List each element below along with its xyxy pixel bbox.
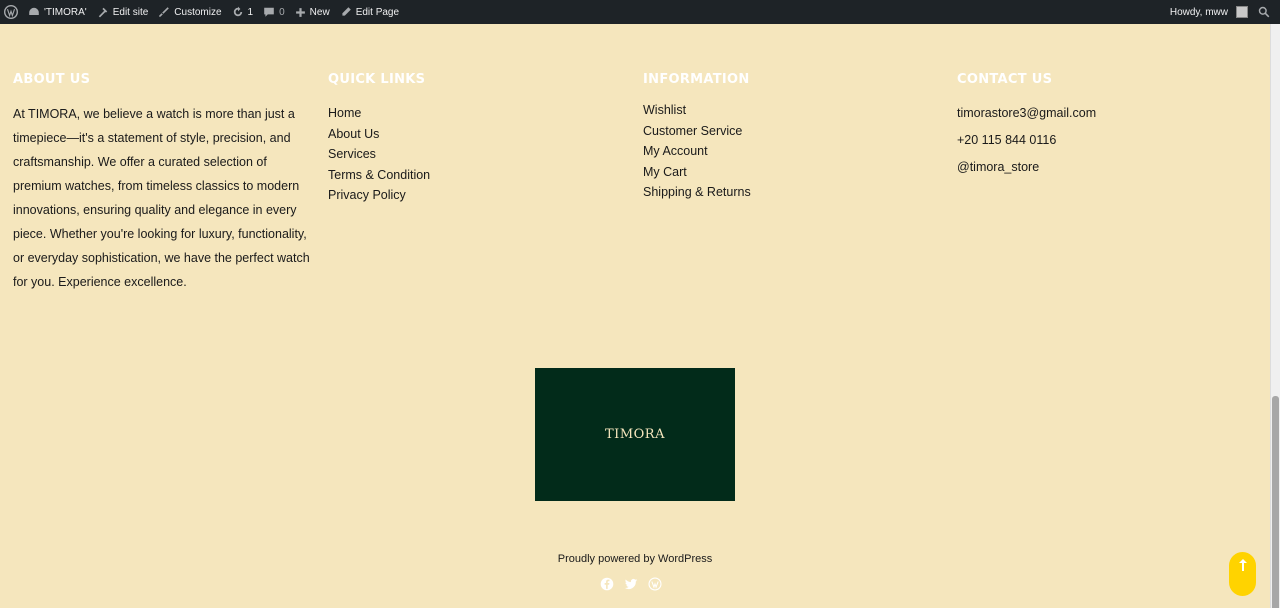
link-shipping-returns[interactable]: Shipping & Returns (643, 182, 751, 203)
scrollbar-thumb[interactable] (1272, 396, 1279, 608)
footer-contact: CONTACT US timorastore3@gmail.com +20 11… (957, 72, 1096, 181)
wordpress-logo-button[interactable] (0, 0, 23, 24)
comments-count: 0 (279, 6, 285, 18)
link-my-cart[interactable]: My Cart (643, 162, 751, 183)
contact-social-handle[interactable]: @timora_store (957, 154, 1096, 181)
contact-phone[interactable]: +20 115 844 0116 (957, 127, 1096, 154)
footer-information: INFORMATION Wishlist Customer Service My… (643, 72, 751, 203)
updates-button[interactable]: 1 (227, 0, 259, 24)
wordpress-social-icon[interactable] (648, 577, 662, 591)
brush-icon (159, 7, 170, 17)
footer-quick-links: QUICK LINKS Home About Us Services Terms… (328, 72, 430, 206)
customize-label: Customize (174, 6, 222, 18)
search-button[interactable] (1253, 0, 1280, 24)
link-wishlist[interactable]: Wishlist (643, 100, 751, 121)
edit-page-label: Edit Page (355, 6, 400, 18)
site-name-button[interactable]: 'TIMORA' (23, 0, 92, 24)
information-heading: INFORMATION (643, 72, 750, 87)
comments-button[interactable]: 0 (258, 0, 290, 24)
hammer-icon (98, 7, 107, 18)
search-icon (1258, 6, 1270, 18)
edit-site-button[interactable]: Edit site (92, 0, 154, 24)
logo-text: TIMORA (605, 427, 665, 442)
contact-email[interactable]: timorastore3@gmail.com (957, 100, 1096, 127)
comment-icon (264, 7, 274, 17)
link-terms[interactable]: Terms & Condition (328, 165, 430, 186)
social-links (600, 577, 662, 591)
footer-about: ABOUT US At TIMORA, we believe a watch i… (13, 72, 313, 294)
facebook-icon[interactable] (600, 577, 614, 591)
about-heading: ABOUT US (13, 72, 91, 87)
site-name-label: 'TIMORA' (44, 6, 87, 18)
scroll-to-top-button[interactable] (1229, 552, 1256, 596)
edit-site-label: Edit site (112, 6, 149, 18)
link-services[interactable]: Services (328, 144, 430, 165)
customize-button[interactable]: Customize (153, 0, 226, 24)
wordpress-icon (4, 5, 18, 19)
contact-heading: CONTACT US (957, 72, 1053, 87)
link-home[interactable]: Home (328, 103, 430, 124)
link-my-account[interactable]: My Account (643, 141, 751, 162)
edit-page-button[interactable]: Edit Page (335, 0, 404, 24)
link-about-us[interactable]: About Us (328, 124, 430, 145)
dashboard-icon (29, 7, 39, 15)
arrow-up-icon (1238, 559, 1247, 571)
powered-by-text[interactable]: Proudly powered by WordPress (0, 553, 1270, 565)
my-account-button[interactable]: Howdy, mww (1165, 0, 1253, 24)
avatar (1236, 6, 1248, 18)
admin-bar: 'TIMORA' Edit site Customize 1 0 New Edi… (0, 0, 1280, 24)
about-text: At TIMORA, we believe a watch is more th… (13, 107, 310, 289)
page-scrollbar[interactable] (1270, 24, 1280, 608)
quick-links-heading: QUICK LINKS (328, 72, 426, 87)
new-label: New (309, 6, 330, 18)
pencil-icon (342, 7, 351, 16)
new-content-button[interactable]: New (290, 0, 335, 24)
twitter-icon[interactable] (624, 577, 638, 591)
howdy-label: Howdy, mww (1169, 6, 1228, 18)
plus-icon (295, 7, 305, 17)
updates-icon (233, 6, 242, 17)
updates-count: 1 (247, 6, 254, 18)
link-privacy[interactable]: Privacy Policy (328, 185, 430, 206)
footer-logo[interactable]: TIMORA (535, 368, 735, 501)
link-customer-service[interactable]: Customer Service (643, 121, 751, 142)
